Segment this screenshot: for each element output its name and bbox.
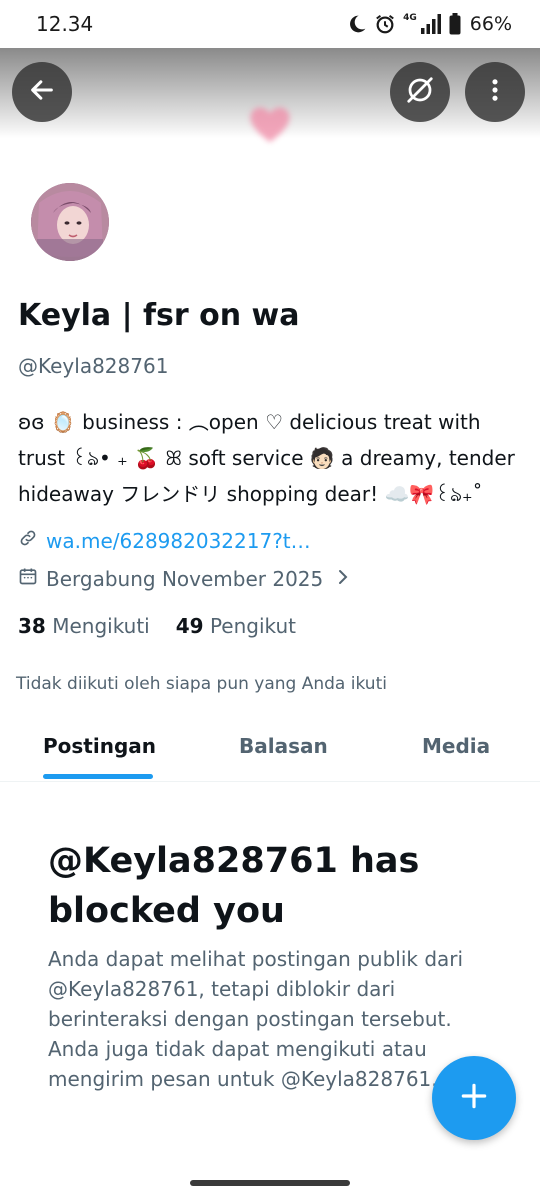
arrow-left-icon [28, 76, 56, 108]
tab-replies[interactable]: Balasan [239, 734, 328, 758]
avatar-image [31, 183, 109, 261]
followers-stat[interactable]: 49 Pengikut [176, 614, 296, 638]
follow-stats: 38 Mengikuti 49 Pengikut [18, 614, 296, 638]
explore-off-icon [405, 75, 435, 109]
profile-link-row[interactable]: wa.me/628982032217?t… [18, 528, 311, 553]
joined-row[interactable]: Bergabung November 2025 [18, 566, 351, 591]
profile-tabs: Postingan Balasan Media [0, 716, 540, 782]
tab-posts[interactable]: Postingan [43, 734, 156, 758]
back-button[interactable] [12, 62, 72, 122]
followers-count: 49 [175, 614, 204, 638]
followed-by-note: Tidak diikuti oleh siapa pun yang Anda i… [16, 674, 387, 694]
plus-icon [458, 1080, 490, 1116]
profile-link[interactable]: wa.me/628982032217?t… [46, 529, 311, 553]
active-tab-indicator [43, 774, 153, 779]
battery-icon [449, 13, 461, 35]
moon-icon [347, 14, 367, 34]
status-bar: 12.34 4G 66% [0, 0, 540, 48]
blocked-title: @Keyla828761 has blocked you [48, 841, 420, 931]
home-indicator[interactable] [190, 1180, 350, 1186]
calendar-icon [18, 566, 38, 591]
blocked-description: Anda dapat melihat postingan publik dari… [48, 947, 464, 1091]
following-stat[interactable]: 38 Mengikuti [18, 614, 150, 638]
joined-date: Bergabung November 2025 [46, 566, 324, 591]
battery-percent: 66% [469, 13, 512, 35]
explore-button[interactable] [390, 62, 450, 122]
more-options-button[interactable] [465, 62, 525, 122]
tab-media[interactable]: Media [422, 734, 490, 758]
user-handle: @Keyla828761 [18, 354, 169, 378]
display-name: Keyla | fsr on wa [18, 298, 300, 333]
alarm-icon [374, 13, 396, 35]
link-icon [18, 528, 38, 553]
signal-icon [420, 14, 442, 34]
more-vertical-icon [481, 76, 509, 108]
network-type: 4G [403, 13, 417, 23]
chevron-right-icon [335, 567, 351, 591]
following-count: 38 [18, 614, 46, 638]
avatar[interactable] [28, 180, 112, 264]
profile-bio: ʚɞ 🪞 business : ︵open ♡ delicious treat … [18, 410, 515, 506]
heart-icon [247, 104, 293, 144]
compose-button[interactable] [432, 1056, 516, 1140]
followers-label: Pengikut [209, 614, 297, 638]
status-time: 12.34 [36, 12, 94, 36]
following-label: Mengikuti [52, 614, 150, 638]
status-icons: 4G 66% [347, 11, 512, 37]
